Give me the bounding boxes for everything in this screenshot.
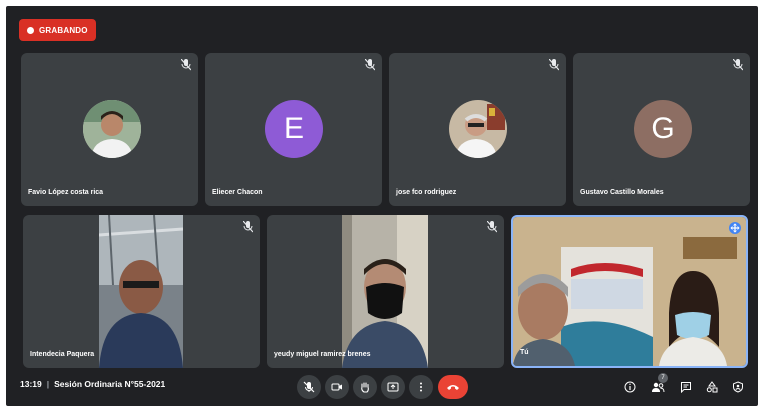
recording-label: GRABANDO xyxy=(39,25,88,35)
more-options-button[interactable] xyxy=(409,375,433,399)
participant-name: yeudy miguel ramirez brenes xyxy=(274,351,371,358)
mic-muted-icon xyxy=(365,59,375,71)
participant-name: Intendecia Paquera xyxy=(30,351,95,358)
participant-video xyxy=(99,215,183,368)
participant-tile[interactable]: G Gustavo Castillo Morales xyxy=(573,53,750,206)
participant-tile[interactable]: yeudy miguel ramirez brenes xyxy=(267,215,504,368)
mic-muted-icon xyxy=(487,221,497,233)
people-button[interactable]: 7 xyxy=(648,373,668,397)
recording-badge: GRABANDO xyxy=(19,19,96,41)
recording-dot-icon xyxy=(27,26,34,34)
bottom-toolbar: 13:19 | Sesión Ordinaria N°55-2021 7 xyxy=(6,368,758,406)
meeting-info: 13:19 | Sesión Ordinaria N°55-2021 xyxy=(20,379,165,389)
avatar-initial: G xyxy=(634,100,692,158)
self-tile[interactable]: Tú xyxy=(511,215,748,368)
participant-tile[interactable]: Favio López costa rica xyxy=(21,53,198,206)
raise-hand-button[interactable] xyxy=(353,375,377,399)
meeting-title: Sesión Ordinaria N°55-2021 xyxy=(54,379,166,389)
meeting-time: 13:19 xyxy=(20,379,42,389)
activities-icon xyxy=(706,381,718,393)
chat-button[interactable] xyxy=(676,377,696,397)
present-button[interactable] xyxy=(381,375,405,399)
pin-icon[interactable] xyxy=(729,222,741,234)
mic-muted-icon xyxy=(733,59,743,71)
mic-muted-icon xyxy=(549,59,559,71)
present-icon xyxy=(387,382,399,392)
end-call-button[interactable] xyxy=(438,375,468,399)
participant-video xyxy=(342,215,428,368)
raise-hand-icon xyxy=(361,382,369,393)
mic-muted-icon xyxy=(303,381,315,393)
activities-button[interactable] xyxy=(702,377,722,397)
participant-tile[interactable]: jose fco rodriguez xyxy=(389,53,566,206)
self-video xyxy=(513,217,746,366)
meet-window: GRABANDO Favio López costa rica E Eliece… xyxy=(6,6,758,406)
people-count-badge: 7 xyxy=(658,373,668,383)
end-call-icon xyxy=(447,385,459,390)
participant-name: Eliecer Chacon xyxy=(212,189,263,196)
camera-button[interactable] xyxy=(325,375,349,399)
participant-name: Favio López costa rica xyxy=(28,189,104,196)
host-controls-icon xyxy=(733,381,743,393)
participant-tile[interactable]: E Eliecer Chacon xyxy=(205,53,382,206)
mic-muted-icon xyxy=(181,59,191,71)
avatar-letter: G xyxy=(651,112,675,145)
mic-muted-icon xyxy=(243,221,253,233)
participant-name: jose fco rodriguez xyxy=(396,189,457,196)
camera-icon xyxy=(331,383,342,391)
avatar xyxy=(449,100,507,158)
chat-icon xyxy=(681,382,691,393)
mic-button[interactable] xyxy=(297,375,321,399)
separator: | xyxy=(46,379,50,389)
info-button[interactable] xyxy=(620,377,640,397)
participant-name: Tú xyxy=(520,349,529,356)
avatar-letter: E xyxy=(283,112,304,145)
host-controls-button[interactable] xyxy=(728,377,748,397)
info-icon xyxy=(624,381,636,393)
participant-name: Gustavo Castillo Morales xyxy=(580,189,664,196)
avatar xyxy=(83,100,141,158)
participant-tile[interactable]: Intendecia Paquera xyxy=(23,215,260,368)
more-options-icon xyxy=(420,382,422,392)
avatar-initial: E xyxy=(265,100,323,158)
